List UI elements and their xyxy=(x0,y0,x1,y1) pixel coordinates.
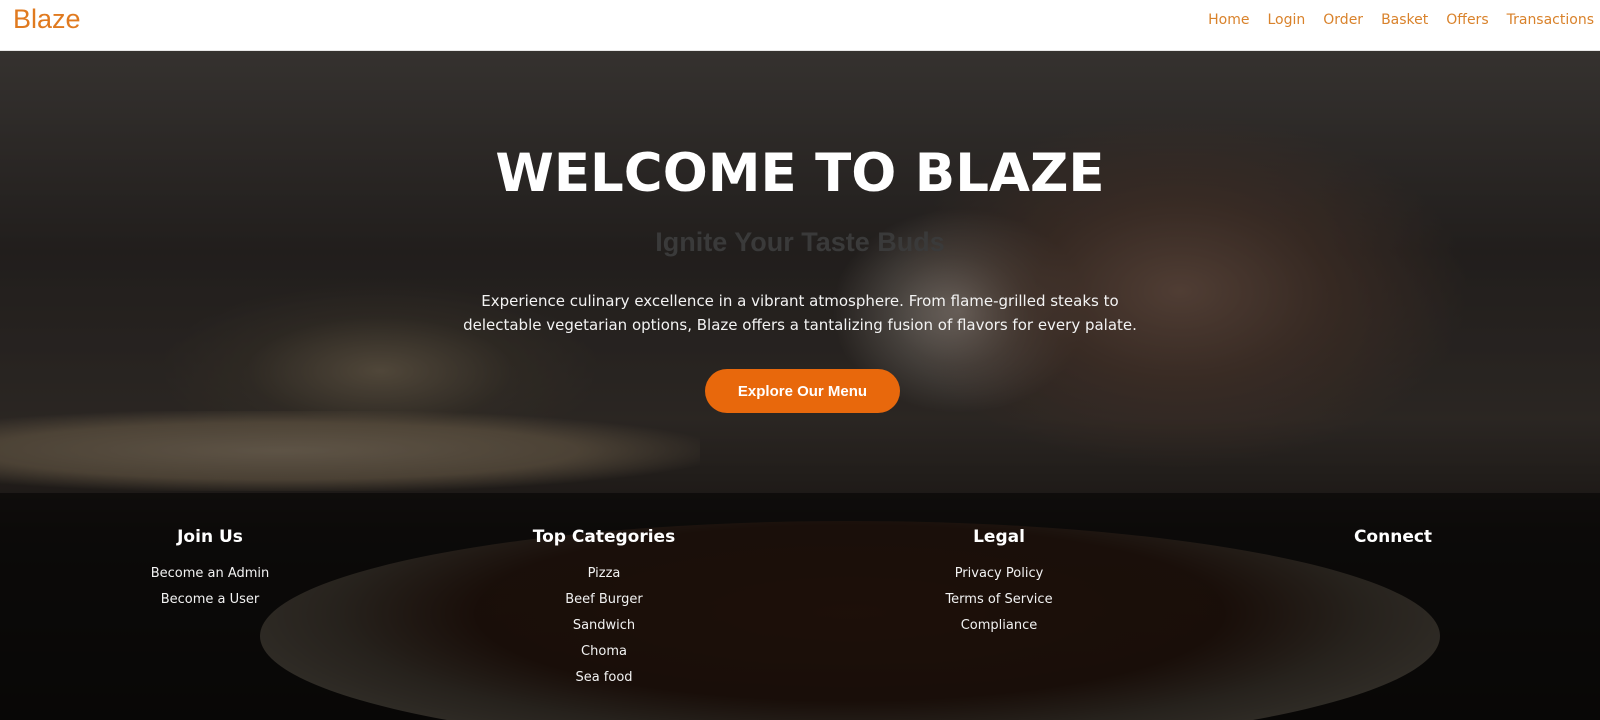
footer-link-sea-food[interactable]: Sea food xyxy=(474,665,734,691)
footer-link-beef-burger[interactable]: Beef Burger xyxy=(474,587,734,613)
footer-link-become-user[interactable]: Become a User xyxy=(80,587,340,613)
footer-link-choma[interactable]: Choma xyxy=(474,639,734,665)
footer-link-privacy[interactable]: Privacy Policy xyxy=(869,561,1129,587)
nav-transactions[interactable]: Transactions xyxy=(1507,12,1594,28)
footer-link-sandwich[interactable]: Sandwich xyxy=(474,613,734,639)
site-footer: Join Us Become an Admin Become a User To… xyxy=(0,493,1600,720)
footer-categories-column: Top Categories Pizza Beef Burger Sandwic… xyxy=(474,527,734,691)
hero-subtitle: Ignite Your Taste Buds xyxy=(655,227,945,257)
footer-link-become-admin[interactable]: Become an Admin xyxy=(80,561,340,587)
footer-connect-heading: Connect xyxy=(1353,527,1433,547)
footer-join-heading: Join Us xyxy=(177,527,243,547)
brand-logo[interactable]: Blaze xyxy=(13,4,81,35)
hero-description: Experience culinary excellence in a vibr… xyxy=(463,292,1137,334)
footer-link-compliance[interactable]: Compliance xyxy=(869,613,1129,639)
footer-connect-column: Connect xyxy=(1263,527,1523,561)
footer-link-terms[interactable]: Terms of Service xyxy=(869,587,1129,613)
footer-join-column: Join Us Become an Admin Become a User xyxy=(80,527,340,613)
top-navbar: Blaze Home Login Order Basket Offers Tra… xyxy=(0,0,1600,51)
footer-legal-column: Legal Privacy Policy Terms of Service Co… xyxy=(869,527,1129,639)
hero-title: WELCOME TO BLAZE xyxy=(495,143,1105,204)
nav-offers[interactable]: Offers xyxy=(1446,12,1488,28)
footer-link-pizza[interactable]: Pizza xyxy=(474,561,734,587)
main-nav: Home Login Order Basket Offers Transacti… xyxy=(1208,12,1600,28)
nav-home[interactable]: Home xyxy=(1208,12,1249,28)
nav-order[interactable]: Order xyxy=(1323,12,1363,28)
footer-legal-heading: Legal xyxy=(973,527,1025,547)
footer-categories-heading: Top Categories xyxy=(532,527,676,547)
nav-basket[interactable]: Basket xyxy=(1381,12,1428,28)
nav-login[interactable]: Login xyxy=(1268,12,1306,28)
explore-menu-button[interactable]: Explore Our Menu xyxy=(705,369,900,413)
hero-section: WELCOME TO BLAZE Ignite Your Taste Buds … xyxy=(0,51,1600,493)
